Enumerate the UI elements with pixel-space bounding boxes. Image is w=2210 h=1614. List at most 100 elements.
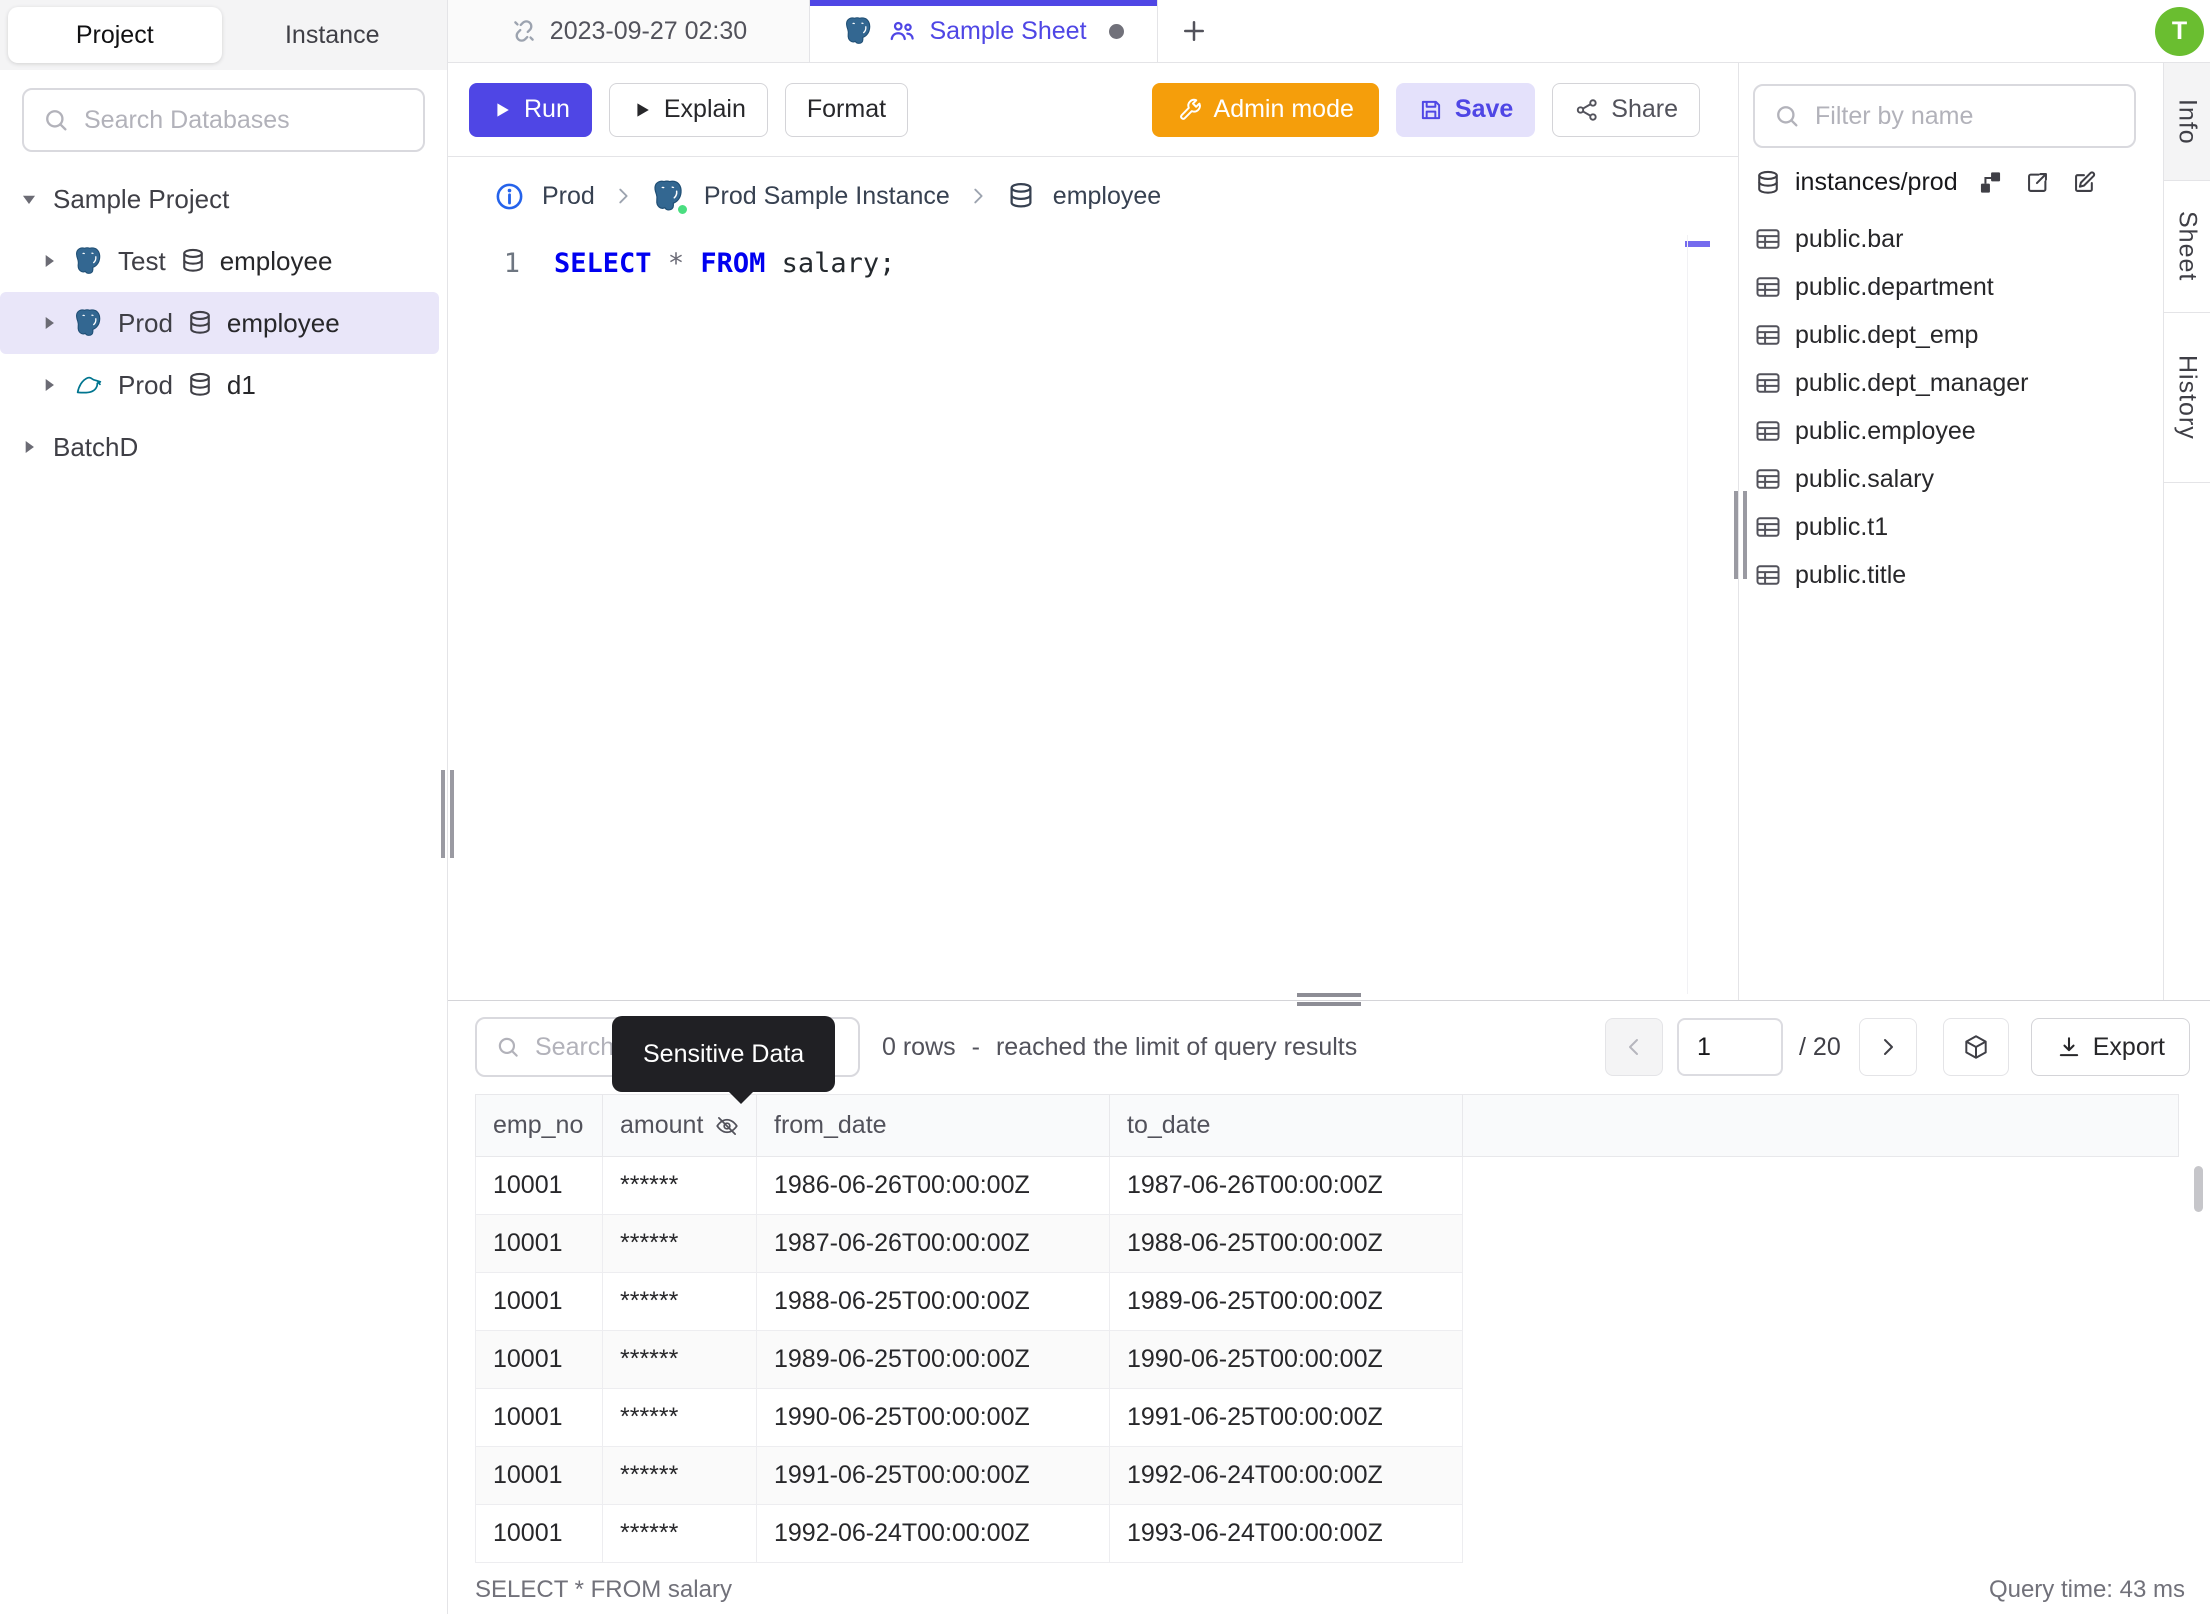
tree-project-label: Sample Project — [53, 183, 230, 214]
schema-table-item[interactable]: public.employee — [1740, 407, 2162, 455]
breadcrumb-instance[interactable]: Prod Sample Instance — [704, 182, 950, 211]
side-tab-history[interactable]: History — [2164, 313, 2210, 483]
tab-sheet-label: Sample Sheet — [929, 16, 1087, 45]
next-page-button[interactable] — [1858, 1018, 1917, 1076]
tree-item-prod-d1[interactable]: Prod d1 — [0, 354, 447, 416]
tree-item-prod-employee[interactable]: Prod employee — [0, 292, 439, 354]
schema-table-label: public.dept_emp — [1795, 320, 1979, 349]
sql-identifier: salary; — [765, 248, 896, 279]
breadcrumb-database[interactable]: employee — [1053, 182, 1161, 211]
sidebar-resize-handle[interactable] — [441, 770, 454, 858]
database-icon — [190, 310, 210, 334]
table-row: 10001 ****** 1987-06-26T00:00:00Z 1988-06-2… — [475, 1214, 2179, 1273]
info-icon[interactable] — [494, 181, 525, 212]
schema-table-list: public.bar public.department public.dept… — [1740, 215, 2162, 599]
table-icon — [1756, 325, 1780, 345]
data-view-mode-button[interactable] — [1942, 1018, 2009, 1076]
share-label: Share — [1611, 95, 1678, 123]
open-external-button[interactable] — [2024, 169, 2051, 196]
tab-instance[interactable]: Instance — [226, 7, 440, 63]
tree-db-label: employee — [219, 245, 333, 276]
sql-code-line[interactable]: SELECT * FROM salary; — [554, 248, 895, 279]
edit-schema-button[interactable] — [2071, 169, 2098, 196]
tree-item-sample-project[interactable]: Sample Project — [0, 168, 447, 230]
table-cell: ****** — [602, 1504, 757, 1563]
database-icon — [182, 248, 203, 272]
format-button[interactable]: Format — [784, 82, 909, 137]
table-row: 10001 ****** 1989-06-25T00:00:00Z 1990-06-2… — [475, 1330, 2179, 1389]
avatar[interactable]: T — [2155, 7, 2204, 56]
side-tab-sheet[interactable]: Sheet — [2164, 181, 2210, 313]
table-row: 10001 ****** 1986-06-26T00:00:00Z 1987-06-2… — [475, 1156, 2179, 1215]
new-tab-button[interactable] — [1158, 0, 1230, 62]
results-scrollbar[interactable] — [2194, 1166, 2203, 1212]
chevron-right-icon — [45, 316, 54, 330]
page-number-input[interactable] — [1677, 1018, 1784, 1076]
cube-icon — [1965, 1035, 1987, 1059]
tab-sample-sheet[interactable]: Sample Sheet — [810, 0, 1158, 62]
sheet-tab-bar: 2023-09-27 02:30 Sample Sheet T — [448, 0, 2210, 63]
table-cell: 10001 — [475, 1504, 603, 1563]
schema-table-label: public.bar — [1795, 224, 1904, 253]
table-row: 10001 ****** 1991-06-25T00:00:00Z 1992-06-2… — [475, 1446, 2179, 1505]
database-path: instances/prod — [1795, 168, 1958, 196]
sidebar: Project Instance Sample Project Test emp… — [0, 0, 454, 1614]
schema-table-item[interactable]: public.dept_manager — [1740, 359, 2162, 407]
results-resize-handle[interactable] — [1297, 993, 1361, 1006]
schema-table-item[interactable]: public.bar — [1740, 215, 2162, 263]
tab-project[interactable]: Project — [8, 7, 222, 63]
table-cell: 10001 — [475, 1156, 603, 1215]
schema-table-item[interactable]: public.salary — [1740, 455, 2162, 503]
save-button[interactable]: Save — [1395, 82, 1536, 137]
sidebar-tab-switch: Project Instance — [0, 0, 447, 70]
save-label: Save — [1454, 95, 1514, 123]
breadcrumb-environment[interactable]: Prod — [542, 182, 595, 211]
schema-table-item[interactable]: public.department — [1740, 263, 2162, 311]
explain-label: Explain — [663, 95, 746, 123]
format-label: Format — [806, 95, 887, 123]
share-button[interactable]: Share — [1552, 82, 1700, 137]
side-tab-info[interactable]: Info — [2164, 63, 2210, 181]
prev-page-button[interactable] — [1605, 1018, 1664, 1076]
table-icon — [1756, 373, 1780, 393]
table-cell: 1990-06-25T00:00:00Z — [756, 1388, 1110, 1447]
plus-icon — [1184, 21, 1204, 41]
schema-table-label: public.dept_manager — [1795, 368, 2029, 397]
run-button[interactable]: Run — [469, 82, 592, 137]
schema-table-item[interactable]: public.title — [1740, 551, 2162, 599]
export-button[interactable]: Export — [2030, 1018, 2190, 1076]
explain-button[interactable]: Explain — [608, 82, 768, 137]
schema-filter-input[interactable] — [1815, 101, 2116, 131]
table-cell: 1990-06-25T00:00:00Z — [1109, 1330, 1463, 1389]
sql-editor[interactable]: 1 SELECT * FROM salary; — [448, 235, 1738, 1000]
admin-mode-button[interactable]: Admin mode — [1151, 82, 1379, 137]
chevron-right-icon — [45, 378, 54, 392]
breadcrumb: Prod Prod Sample Instance employee — [448, 157, 1738, 235]
play-icon — [497, 102, 509, 117]
table-cell: ****** — [602, 1388, 757, 1447]
schema-table-item[interactable]: public.dept_emp — [1740, 311, 2162, 359]
table-cell: 10001 — [475, 1446, 603, 1505]
search-icon — [1777, 106, 1798, 127]
instance-status-dot — [674, 202, 690, 217]
sql-keyword: FROM — [700, 248, 766, 279]
tree-env-label: Prod — [118, 307, 173, 338]
results-grid: emp_no amount from_date to_date 10001 ******… — [475, 1094, 2210, 1566]
editor-panel-resize-handle[interactable] — [1734, 491, 1747, 579]
table-cell-filler — [1462, 1388, 2179, 1447]
page-total: / 20 — [1799, 1032, 1841, 1061]
schema-table-item[interactable]: public.t1 — [1740, 503, 2162, 551]
table-row: 10001 ****** 1990-06-25T00:00:00Z 1991-06-2… — [475, 1388, 2179, 1447]
tab-query-history[interactable]: 2023-09-27 02:30 — [448, 0, 810, 62]
database-search-input[interactable] — [84, 105, 405, 135]
tree-item-test-employee[interactable]: Test employee — [0, 230, 447, 292]
schema-diagram-button[interactable] — [1977, 169, 2004, 196]
tree-item-batchd[interactable]: BatchD — [0, 416, 447, 478]
separator-dash: - — [971, 1032, 980, 1061]
table-cell-filler — [1462, 1330, 2179, 1389]
table-cell: 1989-06-25T00:00:00Z — [1109, 1272, 1463, 1331]
schema-table-label: public.employee — [1795, 416, 1976, 445]
postgres-icon — [75, 247, 101, 274]
results-statusbar: SELECT * FROM salary Query time: 43 ms — [448, 1566, 2210, 1614]
unsaved-indicator-dot — [1108, 23, 1124, 39]
